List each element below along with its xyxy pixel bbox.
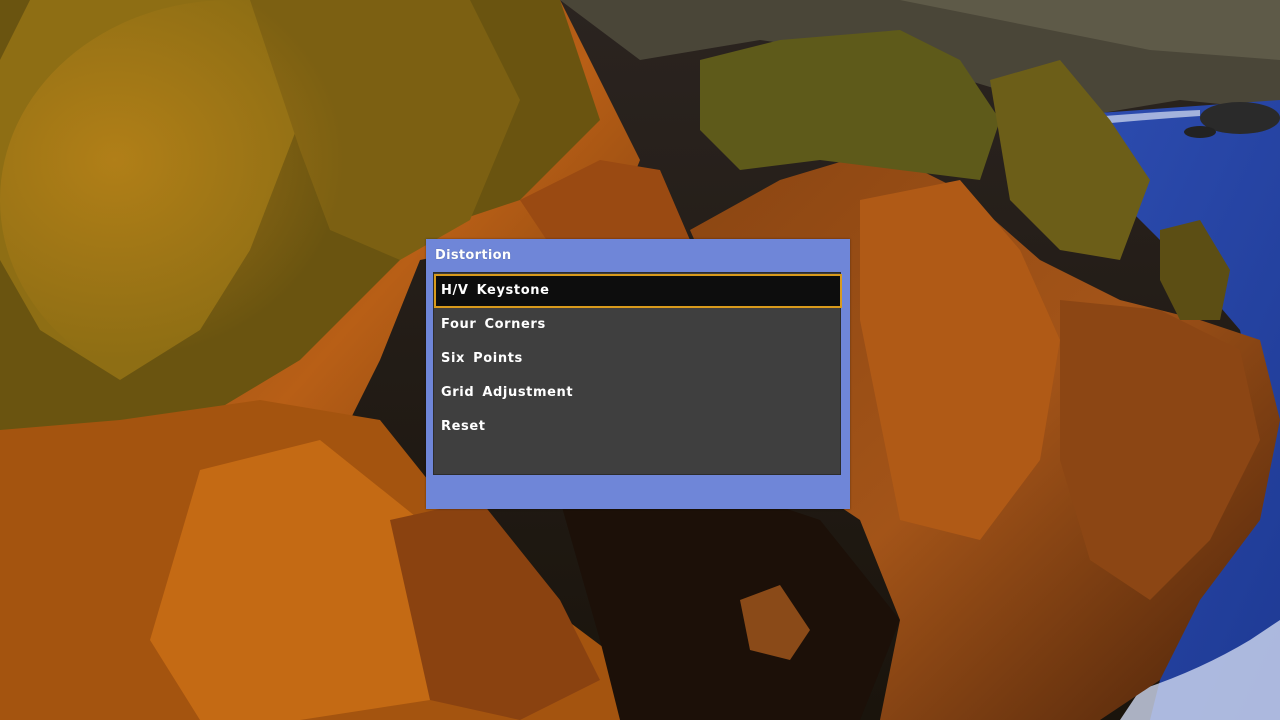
distortion-menu: Distortion H/V Keystone Four Corners Six… [426,239,850,509]
menu-item-six-points[interactable]: Six Points [434,342,842,376]
menu-item-four-corners[interactable]: Four Corners [434,308,842,342]
menu-title: Distortion [435,248,512,263]
menu-item-grid-adjustment[interactable]: Grid Adjustment [434,376,842,410]
menu-item-reset[interactable]: Reset [434,410,842,444]
menu-item-hv-keystone[interactable]: H/V Keystone [434,274,842,308]
menu-list: H/V Keystone Four Corners Six Points Gri… [433,272,842,475]
